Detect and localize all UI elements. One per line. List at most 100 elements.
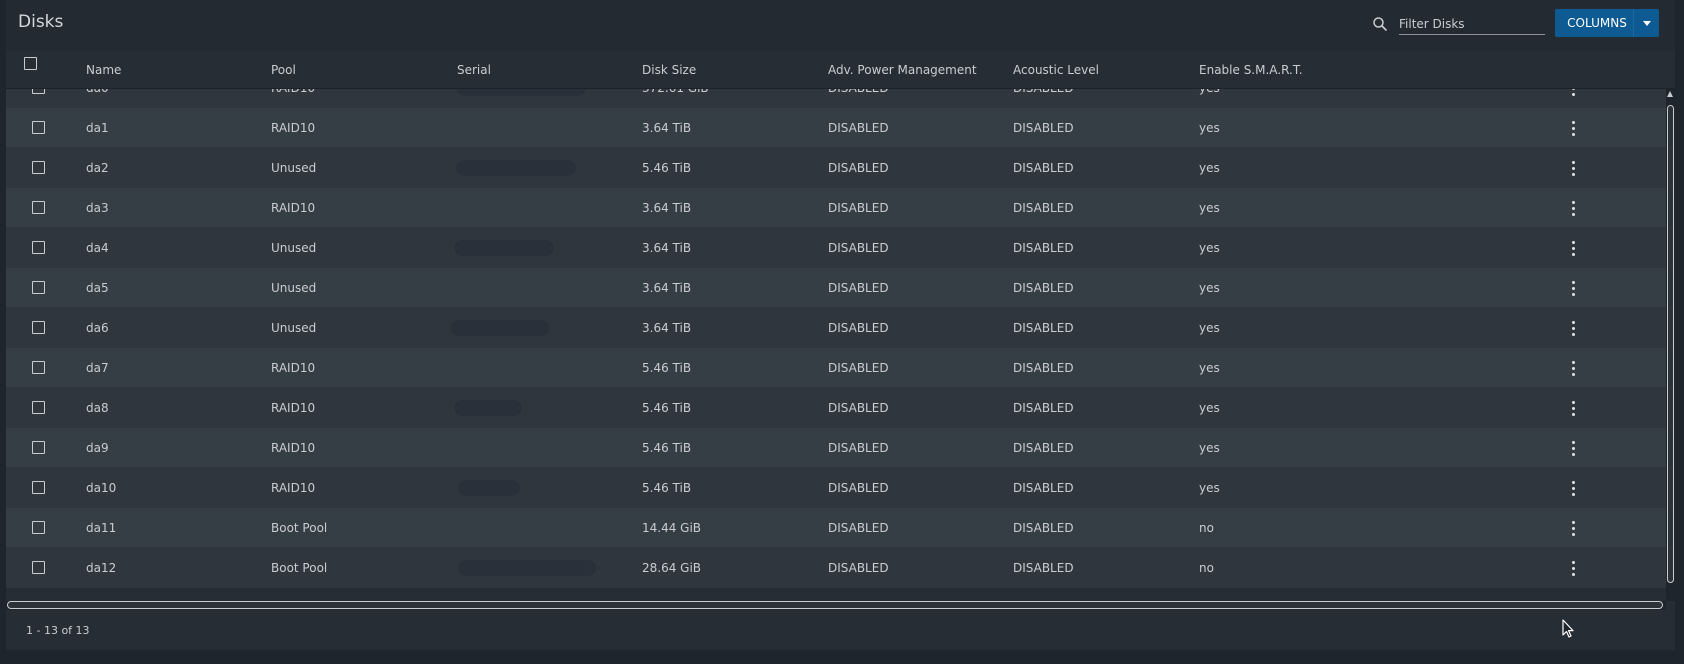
horizontal-scrollbar[interactable] xyxy=(6,601,1666,610)
more-vert-icon[interactable] xyxy=(1563,238,1583,258)
row-checkbox[interactable] xyxy=(32,361,45,374)
row-checkbox[interactable] xyxy=(32,321,45,334)
cell-acoustic-level: DISABLED xyxy=(1013,281,1074,295)
select-all-checkbox[interactable] xyxy=(24,57,37,70)
cell-adv-power-management: DISABLED xyxy=(828,121,889,135)
cell-name: da6 xyxy=(86,321,109,335)
row-checkbox[interactable] xyxy=(32,89,45,94)
cell-name: da9 xyxy=(86,441,109,455)
table-row[interactable]: da11 Boot Pool 14.44 GiB DISABLED DISABLED no xyxy=(6,508,1666,548)
cell-pool: RAID10 xyxy=(271,201,316,215)
column-header-acoustic-level[interactable]: Acoustic Level xyxy=(1013,63,1099,77)
row-checkbox[interactable] xyxy=(32,481,45,494)
table-row[interactable]: da3 RAID10 3.64 TiB DISABLED DISABLED yes xyxy=(6,188,1666,228)
column-header-adv-power-management[interactable]: Adv. Power Management xyxy=(828,63,977,77)
search-input[interactable] xyxy=(1399,13,1545,35)
more-vert-icon[interactable] xyxy=(1563,89,1583,98)
vertical-scrollbar[interactable] xyxy=(1666,89,1675,601)
cell-adv-power-management: DISABLED xyxy=(828,481,889,495)
cell-enable-smart: yes xyxy=(1199,481,1220,495)
cell-pool: RAID10 xyxy=(271,401,316,415)
table-row[interactable]: da5 Unused 3.64 TiB DISABLED DISABLED yes xyxy=(6,268,1666,308)
more-vert-icon[interactable] xyxy=(1563,478,1583,498)
row-checkbox[interactable] xyxy=(32,521,45,534)
column-header-disk-size[interactable]: Disk Size xyxy=(642,63,696,77)
scroll-up-icon[interactable] xyxy=(1667,91,1673,97)
more-vert-icon[interactable] xyxy=(1563,558,1583,578)
table-row[interactable]: da1 RAID10 3.64 TiB DISABLED DISABLED yes xyxy=(6,108,1666,148)
vertical-scrollbar-thumb[interactable] xyxy=(1667,105,1674,583)
cell-name: da8 xyxy=(86,401,109,415)
columns-button-label: COLUMNS xyxy=(1567,16,1627,30)
more-vert-icon[interactable] xyxy=(1563,158,1583,178)
cell-pool: Unused xyxy=(271,281,317,295)
cell-adv-power-management: DISABLED xyxy=(828,441,889,455)
page-title: Disks xyxy=(18,12,64,32)
more-vert-icon[interactable] xyxy=(1563,278,1583,298)
table-row[interactable]: da9 RAID10 5.46 TiB DISABLED DISABLED yes xyxy=(6,428,1666,468)
row-checkbox[interactable] xyxy=(32,241,45,254)
cell-name: da11 xyxy=(86,521,117,535)
cell-name: da0 xyxy=(86,89,109,108)
cell-name: da3 xyxy=(86,201,109,215)
cell-enable-smart: yes xyxy=(1199,441,1220,455)
cell-disk-size: 3.64 TiB xyxy=(642,241,692,255)
cell-acoustic-level: DISABLED xyxy=(1013,401,1074,415)
cell-disk-size: 372.61 GiB xyxy=(642,89,709,108)
horizontal-scrollbar-thumb[interactable] xyxy=(7,601,1663,609)
cell-pool: RAID10 xyxy=(271,89,315,108)
more-vert-icon[interactable] xyxy=(1563,358,1583,378)
cell-disk-size: 14.44 GiB xyxy=(642,521,702,535)
table-row[interactable]: da2 Unused 5.46 TiB DISABLED DISABLED yes xyxy=(6,148,1666,188)
cell-adv-power-management: DISABLED xyxy=(828,201,889,215)
serial-redaction xyxy=(458,560,596,576)
row-checkbox[interactable] xyxy=(32,161,45,174)
table-row[interactable]: da12 Boot Pool 28.64 GiB DISABLED DISABLED no xyxy=(6,548,1666,588)
cell-name: da2 xyxy=(86,161,109,175)
cell-disk-size: 3.64 TiB xyxy=(642,321,692,335)
row-checkbox[interactable] xyxy=(32,281,45,294)
columns-dropdown-toggle[interactable] xyxy=(1633,9,1659,37)
search-icon[interactable] xyxy=(1371,15,1389,33)
serial-redaction xyxy=(456,89,586,96)
table-row[interactable]: da8 RAID10 5.46 TiB DISABLED DISABLED yes xyxy=(6,388,1666,428)
column-header-name[interactable]: Name xyxy=(86,63,121,77)
table-row[interactable]: da0 RAID10 372.61 GiB DISABLED DISABLED yes xyxy=(6,89,1666,108)
more-vert-icon[interactable] xyxy=(1563,198,1583,218)
search-box xyxy=(1367,11,1552,37)
cell-adv-power-management: DISABLED xyxy=(828,521,889,535)
row-checkbox[interactable] xyxy=(32,401,45,414)
table-row[interactable]: da10 RAID10 5.46 TiB DISABLED DISABLED yes xyxy=(6,468,1666,508)
table-row[interactable]: da6 Unused 3.64 TiB DISABLED DISABLED yes xyxy=(6,308,1666,348)
row-checkbox[interactable] xyxy=(32,441,45,454)
cell-name: da5 xyxy=(86,281,109,295)
cell-name: da7 xyxy=(86,361,109,375)
table-body: da0 RAID10 372.61 GiB DISABLED DISABLED yes da… xyxy=(6,89,1666,597)
cell-acoustic-level: DISABLED xyxy=(1013,441,1074,455)
cell-disk-size: 3.64 TiB xyxy=(642,281,692,295)
row-checkbox[interactable] xyxy=(32,561,45,574)
column-header-serial[interactable]: Serial xyxy=(457,63,491,77)
cell-acoustic-level: DISABLED xyxy=(1013,561,1074,575)
more-vert-icon[interactable] xyxy=(1563,518,1583,538)
table-row[interactable]: da7 RAID10 5.46 TiB DISABLED DISABLED yes xyxy=(6,348,1666,388)
cell-disk-size: 5.46 TiB xyxy=(642,161,692,175)
column-header-pool[interactable]: Pool xyxy=(271,63,296,77)
table-row[interactable]: da4 Unused 3.64 TiB DISABLED DISABLED yes xyxy=(6,228,1666,268)
cell-name: da12 xyxy=(86,561,117,575)
cell-acoustic-level: DISABLED xyxy=(1013,481,1074,495)
serial-redaction xyxy=(458,480,520,496)
row-checkbox[interactable] xyxy=(32,201,45,214)
more-vert-icon[interactable] xyxy=(1563,398,1583,418)
columns-button[interactable]: COLUMNS xyxy=(1555,9,1659,37)
column-header-enable-smart[interactable]: Enable S.M.A.R.T. xyxy=(1199,63,1303,77)
cell-name: da10 xyxy=(86,481,117,495)
more-vert-icon[interactable] xyxy=(1563,438,1583,458)
cell-name: da4 xyxy=(86,241,109,255)
more-vert-icon[interactable] xyxy=(1563,318,1583,338)
cell-acoustic-level: DISABLED xyxy=(1013,89,1074,108)
row-checkbox[interactable] xyxy=(32,121,45,134)
cell-enable-smart: yes xyxy=(1199,121,1220,135)
cell-pool: RAID10 xyxy=(271,441,316,455)
more-vert-icon[interactable] xyxy=(1563,118,1583,138)
